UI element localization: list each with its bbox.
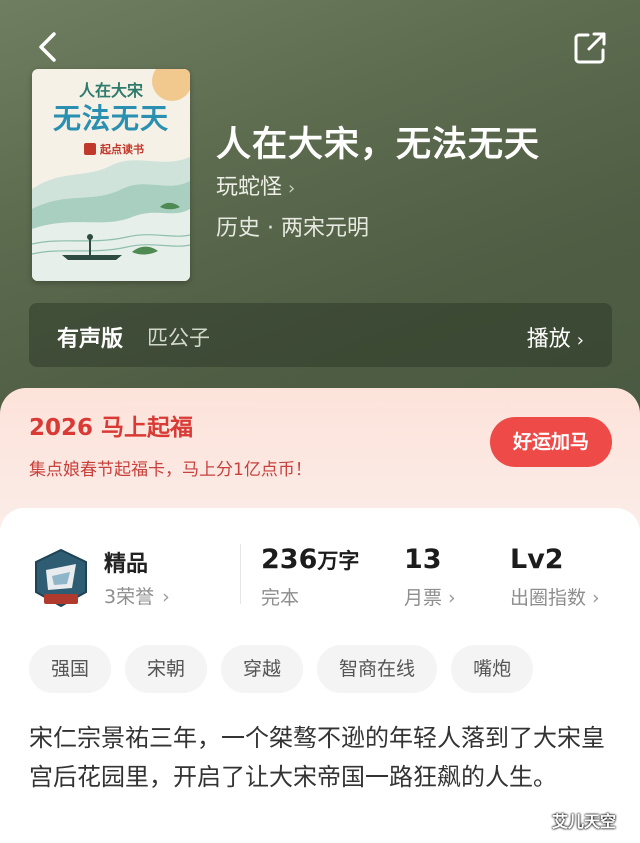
- tag-list: 强国 宋朝 穿越 智商在线 嘴炮: [29, 645, 534, 693]
- chevron-right-icon: ›: [448, 587, 456, 609]
- honors-link[interactable]: 3荣誉 ›: [104, 582, 170, 609]
- tag-chip[interactable]: 宋朝: [125, 645, 208, 693]
- quality-label: 精品: [104, 552, 149, 577]
- tag-chip[interactable]: 嘴炮: [451, 645, 534, 693]
- book-title: 人在大宋，无法无天: [216, 124, 541, 165]
- cover-title: 无法无天: [52, 102, 169, 135]
- completion-status: 完本: [261, 587, 300, 609]
- divider: [240, 544, 241, 604]
- book-cover[interactable]: 人在大宋 无法无天 起点读书: [32, 69, 190, 281]
- monthly-ticket-value: 13: [404, 544, 442, 575]
- word-count-stat: 236万字 完本: [261, 544, 359, 610]
- quality-badge-icon: [35, 548, 87, 608]
- word-count-value: 236: [261, 544, 318, 575]
- tag-chip[interactable]: 穿越: [221, 645, 304, 693]
- chevron-right-icon: ›: [288, 178, 296, 199]
- synopsis-text[interactable]: 宋仁宗景祐三年，一个桀骜不逊的年轻人落到了大宋皇宫后花园里，开启了让大宋帝国一路…: [29, 719, 614, 797]
- chevron-right-icon: ›: [576, 330, 584, 351]
- popularity-index-stat[interactable]: Lv2 出圈指数 ›: [510, 544, 600, 610]
- watermark: 艾儿天空: [552, 812, 617, 831]
- play-button[interactable]: 播放 ›: [527, 321, 584, 353]
- tag-chip[interactable]: 强国: [29, 645, 112, 693]
- book-info-card: 精品 3荣誉 › 236万字 完本 13 月票 › Lv2 出圈指数 › 强国 宋朝 …: [0, 508, 640, 843]
- cover-publisher-logo: 起点读书: [84, 141, 144, 157]
- audio-version-bar[interactable]: 有声版 匹公子 播放 ›: [29, 303, 612, 367]
- promo-button[interactable]: 好运加马: [490, 417, 612, 467]
- audio-label: 有声版: [57, 327, 124, 352]
- chevron-right-icon: ›: [162, 586, 170, 608]
- book-genre: 历史 · 两宋元明: [216, 216, 369, 241]
- monthly-ticket-stat[interactable]: 13 月票 ›: [404, 544, 456, 610]
- popularity-index-label: 出圈指数: [510, 587, 587, 609]
- share-icon[interactable]: [572, 30, 608, 66]
- popularity-level-value: Lv2: [510, 544, 564, 575]
- chevron-right-icon: ›: [592, 587, 600, 609]
- promo-title: 2026 马上起福: [29, 415, 194, 441]
- audio-narrator: 匹公子: [147, 326, 210, 350]
- tag-chip[interactable]: 智商在线: [317, 645, 438, 693]
- back-arrow-icon[interactable]: [32, 30, 66, 64]
- author-link[interactable]: 玩蛇怪 ›: [216, 169, 295, 201]
- monthly-ticket-label: 月票: [404, 587, 443, 609]
- promo-description: 集点娘春节起福卡，马上分1亿点币！: [29, 460, 312, 480]
- word-count-unit: 万字: [317, 549, 360, 573]
- author-name: 玩蛇怪: [216, 175, 283, 200]
